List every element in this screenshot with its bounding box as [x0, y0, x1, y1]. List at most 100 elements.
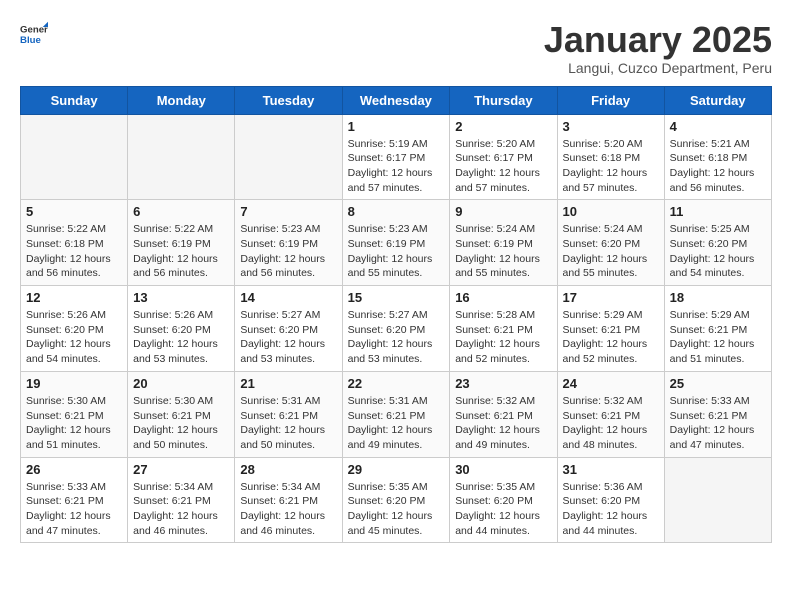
day-info: Sunrise: 5:20 AM Sunset: 6:18 PM Dayligh… — [563, 137, 659, 196]
calendar-body: 1Sunrise: 5:19 AM Sunset: 6:17 PM Daylig… — [21, 114, 772, 543]
day-info: Sunrise: 5:36 AM Sunset: 6:20 PM Dayligh… — [563, 480, 659, 539]
calendar-cell: 18 Sunrise: 5:29 AM Sunset: 6:21 PM Dayli… — [664, 286, 771, 372]
day-info: Sunrise: 5:27 AM Sunset: 6:20 PM Dayligh… — [240, 308, 336, 367]
calendar-header: SundayMondayTuesdayWednesdayThursdayFrid… — [21, 86, 772, 114]
day-info: Sunrise: 5:24 AM Sunset: 6:19 PM Dayligh… — [455, 222, 551, 281]
calendar-cell: 14 Sunrise: 5:27 AM Sunset: 6:20 PM Dayli… — [235, 286, 342, 372]
day-number: 7 — [240, 204, 336, 219]
day-number: 29 — [348, 462, 445, 477]
calendar-cell: 1Sunrise: 5:19 AM Sunset: 6:17 PM Daylig… — [342, 114, 450, 200]
day-info: Sunrise: 5:30 AM Sunset: 6:21 PM Dayligh… — [133, 394, 229, 453]
svg-text:General: General — [20, 24, 48, 35]
day-number: 26 — [26, 462, 122, 477]
calendar-cell: 20 Sunrise: 5:30 AM Sunset: 6:21 PM Dayli… — [128, 371, 235, 457]
day-number: 10 — [563, 204, 659, 219]
day-info: Sunrise: 5:23 AM Sunset: 6:19 PM Dayligh… — [240, 222, 336, 281]
day-number: 18 — [670, 290, 766, 305]
day-info: Sunrise: 5:29 AM Sunset: 6:21 PM Dayligh… — [670, 308, 766, 367]
calendar-cell: 4Sunrise: 5:21 AM Sunset: 6:18 PM Daylig… — [664, 114, 771, 200]
day-number: 21 — [240, 376, 336, 391]
day-info: Sunrise: 5:26 AM Sunset: 6:20 PM Dayligh… — [26, 308, 122, 367]
day-number: 15 — [348, 290, 445, 305]
day-info: Sunrise: 5:22 AM Sunset: 6:19 PM Dayligh… — [133, 222, 229, 281]
weekday-saturday: Saturday — [664, 86, 771, 114]
calendar-cell: 29 Sunrise: 5:35 AM Sunset: 6:20 PM Dayli… — [342, 457, 450, 543]
calendar-subtitle: Langui, Cuzco Department, Peru — [544, 60, 772, 76]
day-number: 17 — [563, 290, 659, 305]
calendar-cell — [664, 457, 771, 543]
calendar-cell: 31 Sunrise: 5:36 AM Sunset: 6:20 PM Dayli… — [557, 457, 664, 543]
calendar-cell: 16Sunrise: 5:28 AM Sunset: 6:21 PM Dayli… — [450, 286, 557, 372]
day-info: Sunrise: 5:22 AM Sunset: 6:18 PM Dayligh… — [26, 222, 122, 281]
day-number: 2 — [455, 119, 551, 134]
day-number: 23 — [455, 376, 551, 391]
calendar-cell: 10 Sunrise: 5:24 AM Sunset: 6:20 PM Dayli… — [557, 200, 664, 286]
logo: General Blue — [20, 20, 48, 48]
calendar-cell: 19Sunrise: 5:30 AM Sunset: 6:21 PM Dayli… — [21, 371, 128, 457]
day-number: 28 — [240, 462, 336, 477]
week-row-3: 12 Sunrise: 5:26 AM Sunset: 6:20 PM Dayli… — [21, 286, 772, 372]
week-row-1: 1Sunrise: 5:19 AM Sunset: 6:17 PM Daylig… — [21, 114, 772, 200]
day-number: 11 — [670, 204, 766, 219]
week-row-5: 26Sunrise: 5:33 AM Sunset: 6:21 PM Dayli… — [21, 457, 772, 543]
day-info: Sunrise: 5:24 AM Sunset: 6:20 PM Dayligh… — [563, 222, 659, 281]
day-info: Sunrise: 5:33 AM Sunset: 6:21 PM Dayligh… — [670, 394, 766, 453]
calendar-cell: 12 Sunrise: 5:26 AM Sunset: 6:20 PM Dayli… — [21, 286, 128, 372]
calendar-cell: 13Sunrise: 5:26 AM Sunset: 6:20 PM Dayli… — [128, 286, 235, 372]
calendar-cell: 27 Sunrise: 5:34 AM Sunset: 6:21 PM Dayli… — [128, 457, 235, 543]
week-row-4: 19 Sunrise: 5:30 AM Sunset: 6:21 PM Dayli… — [21, 371, 772, 457]
day-number: 4 — [670, 119, 766, 134]
day-info: Sunrise: 5:35 AM Sunset: 6:20 PM Dayligh… — [455, 480, 551, 539]
day-number: 22 — [348, 376, 445, 391]
calendar-cell: 17Sunrise: 5:29 AM Sunset: 6:21 PM Dayli… — [557, 286, 664, 372]
day-number: 27 — [133, 462, 229, 477]
calendar-title: January 2025 — [544, 20, 772, 60]
calendar-cell: 9 Sunrise: 5:24 AM Sunset: 6:19 PM Daylig… — [450, 200, 557, 286]
day-number: 12 — [26, 290, 122, 305]
day-number: 8 — [348, 204, 445, 219]
day-info: Sunrise: 5:27 AM Sunset: 6:20 PM Dayligh… — [348, 308, 445, 367]
calendar-cell: 21 Sunrise: 5:31 AM Sunset: 6:21 PM Dayli… — [235, 371, 342, 457]
day-number: 31 — [563, 462, 659, 477]
day-number: 1 — [348, 119, 445, 134]
day-number: 20 — [133, 376, 229, 391]
logo-icon: General Blue — [20, 20, 48, 48]
calendar-cell — [21, 114, 128, 200]
day-info: Sunrise: 5:34 AM Sunset: 6:21 PM Dayligh… — [133, 480, 229, 539]
calendar-cell: 26Sunrise: 5:33 AM Sunset: 6:21 PM Dayli… — [21, 457, 128, 543]
calendar-cell: 28 Sunrise: 5:34 AM Sunset: 6:21 PM Dayli… — [235, 457, 342, 543]
calendar-cell: 3 Sunrise: 5:20 AM Sunset: 6:18 PM Daylig… — [557, 114, 664, 200]
day-info: Sunrise: 5:20 AM Sunset: 6:17 PM Dayligh… — [455, 137, 551, 196]
weekday-sunday: Sunday — [21, 86, 128, 114]
day-number: 25 — [670, 376, 766, 391]
day-info: Sunrise: 5:32 AM Sunset: 6:21 PM Dayligh… — [563, 394, 659, 453]
day-info: Sunrise: 5:35 AM Sunset: 6:20 PM Dayligh… — [348, 480, 445, 539]
calendar-cell: 6 Sunrise: 5:22 AM Sunset: 6:19 PM Daylig… — [128, 200, 235, 286]
day-number: 3 — [563, 119, 659, 134]
day-info: Sunrise: 5:34 AM Sunset: 6:21 PM Dayligh… — [240, 480, 336, 539]
header: General Blue January 2025 Langui, Cuzco … — [20, 20, 772, 76]
calendar-cell — [128, 114, 235, 200]
day-info: Sunrise: 5:31 AM Sunset: 6:21 PM Dayligh… — [348, 394, 445, 453]
weekday-friday: Friday — [557, 86, 664, 114]
calendar-table: SundayMondayTuesdayWednesdayThursdayFrid… — [20, 86, 772, 544]
day-number: 19 — [26, 376, 122, 391]
weekday-wednesday: Wednesday — [342, 86, 450, 114]
day-number: 24 — [563, 376, 659, 391]
day-number: 14 — [240, 290, 336, 305]
day-info: Sunrise: 5:28 AM Sunset: 6:21 PM Dayligh… — [455, 308, 551, 367]
calendar-cell: 22 Sunrise: 5:31 AM Sunset: 6:21 PM Dayli… — [342, 371, 450, 457]
weekday-tuesday: Tuesday — [235, 86, 342, 114]
calendar-cell: 8 Sunrise: 5:23 AM Sunset: 6:19 PM Daylig… — [342, 200, 450, 286]
calendar-cell: 15 Sunrise: 5:27 AM Sunset: 6:20 PM Dayli… — [342, 286, 450, 372]
day-info: Sunrise: 5:31 AM Sunset: 6:21 PM Dayligh… — [240, 394, 336, 453]
calendar-cell: 5Sunrise: 5:22 AM Sunset: 6:18 PM Daylig… — [21, 200, 128, 286]
day-number: 9 — [455, 204, 551, 219]
weekday-monday: Monday — [128, 86, 235, 114]
day-info: Sunrise: 5:23 AM Sunset: 6:19 PM Dayligh… — [348, 222, 445, 281]
calendar-cell: 30Sunrise: 5:35 AM Sunset: 6:20 PM Dayli… — [450, 457, 557, 543]
title-area: January 2025 Langui, Cuzco Department, P… — [544, 20, 772, 76]
calendar-cell: 24 Sunrise: 5:32 AM Sunset: 6:21 PM Dayli… — [557, 371, 664, 457]
day-number: 13 — [133, 290, 229, 305]
day-number: 6 — [133, 204, 229, 219]
